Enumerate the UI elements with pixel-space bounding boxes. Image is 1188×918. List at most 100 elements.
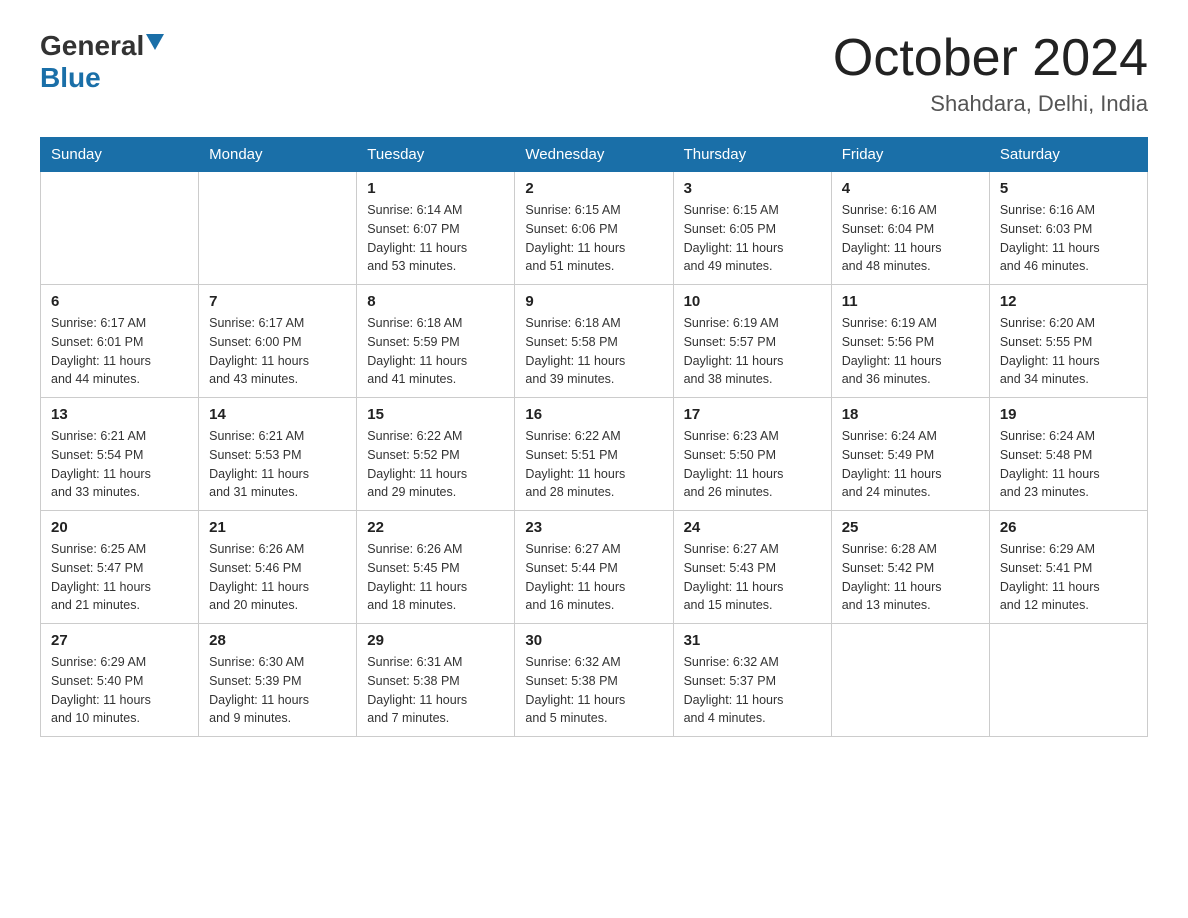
calendar-week-row: 27Sunrise: 6:29 AMSunset: 5:40 PMDayligh… <box>41 624 1148 737</box>
logo-blue-text: Blue <box>40 62 101 94</box>
calendar-week-row: 13 Sunrise: 6:21 AMSunset: 5:54 PMDayligh… <box>41 398 1148 511</box>
day-number: 6 <box>51 293 188 310</box>
calendar-cell: 20Sunrise: 6:25 AMSunset: 5:47 PMDayligh… <box>41 511 199 624</box>
logo: General Blue <box>40 30 164 94</box>
calendar-cell: 18 Sunrise: 6:24 AMSunset: 5:49 PMDayligh… <box>831 398 989 511</box>
day-number: 19 <box>1000 406 1137 423</box>
logo-general-text: General <box>40 30 144 62</box>
day-number: 14 <box>209 406 346 423</box>
day-info: Sunrise: 6:15 AMSunset: 6:05 PMDaylight:… <box>684 201 821 276</box>
day-number: 16 <box>525 406 662 423</box>
calendar-day-header: Saturday <box>989 138 1147 172</box>
day-info: Sunrise: 6:28 AMSunset: 5:42 PMDaylight:… <box>842 540 979 615</box>
day-number: 28 <box>209 632 346 649</box>
day-number: 3 <box>684 180 821 197</box>
day-number: 9 <box>525 293 662 310</box>
calendar-cell: 17Sunrise: 6:23 AMSunset: 5:50 PMDayligh… <box>673 398 831 511</box>
day-info: Sunrise: 6:16 AMSunset: 6:04 PMDaylight:… <box>842 201 979 276</box>
calendar-cell: 25 Sunrise: 6:28 AMSunset: 5:42 PMDayligh… <box>831 511 989 624</box>
calendar-cell: 24Sunrise: 6:27 AMSunset: 5:43 PMDayligh… <box>673 511 831 624</box>
calendar-cell: 22Sunrise: 6:26 AMSunset: 5:45 PMDayligh… <box>357 511 515 624</box>
calendar-header-row: SundayMondayTuesdayWednesdayThursdayFrid… <box>41 138 1148 172</box>
calendar-cell: 4 Sunrise: 6:16 AMSunset: 6:04 PMDaylight… <box>831 172 989 285</box>
day-number: 25 <box>842 519 979 536</box>
calendar-cell: 2Sunrise: 6:15 AMSunset: 6:06 PMDaylight… <box>515 172 673 285</box>
logo-triangle-icon <box>146 34 164 55</box>
day-number: 18 <box>842 406 979 423</box>
calendar-cell: 11 Sunrise: 6:19 AMSunset: 5:56 PMDayligh… <box>831 285 989 398</box>
calendar-day-header: Thursday <box>673 138 831 172</box>
calendar-cell: 1Sunrise: 6:14 AMSunset: 6:07 PMDaylight… <box>357 172 515 285</box>
calendar-cell: 27Sunrise: 6:29 AMSunset: 5:40 PMDayligh… <box>41 624 199 737</box>
day-number: 12 <box>1000 293 1137 310</box>
day-info: Sunrise: 6:21 AMSunset: 5:54 PMDaylight:… <box>51 427 188 502</box>
calendar-day-header: Tuesday <box>357 138 515 172</box>
day-number: 29 <box>367 632 504 649</box>
day-info: Sunrise: 6:26 AMSunset: 5:46 PMDaylight:… <box>209 540 346 615</box>
day-info: Sunrise: 6:15 AMSunset: 6:06 PMDaylight:… <box>525 201 662 276</box>
day-number: 22 <box>367 519 504 536</box>
calendar-cell: 8Sunrise: 6:18 AMSunset: 5:59 PMDaylight… <box>357 285 515 398</box>
day-number: 17 <box>684 406 821 423</box>
day-info: Sunrise: 6:32 AMSunset: 5:38 PMDaylight:… <box>525 653 662 728</box>
day-number: 23 <box>525 519 662 536</box>
day-info: Sunrise: 6:25 AMSunset: 5:47 PMDaylight:… <box>51 540 188 615</box>
calendar-cell: 16 Sunrise: 6:22 AMSunset: 5:51 PMDayligh… <box>515 398 673 511</box>
day-info: Sunrise: 6:22 AMSunset: 5:52 PMDaylight:… <box>367 427 504 502</box>
day-number: 1 <box>367 180 504 197</box>
calendar-cell: 10Sunrise: 6:19 AMSunset: 5:57 PMDayligh… <box>673 285 831 398</box>
day-info: Sunrise: 6:19 AMSunset: 5:56 PMDaylight:… <box>842 314 979 389</box>
day-number: 21 <box>209 519 346 536</box>
day-info: Sunrise: 6:32 AMSunset: 5:37 PMDaylight:… <box>684 653 821 728</box>
title-area: October 2024 Shahdara, Delhi, India <box>833 30 1148 117</box>
day-number: 31 <box>684 632 821 649</box>
calendar-cell: 30 Sunrise: 6:32 AMSunset: 5:38 PMDayligh… <box>515 624 673 737</box>
calendar-day-header: Monday <box>199 138 357 172</box>
day-info: Sunrise: 6:24 AMSunset: 5:49 PMDaylight:… <box>842 427 979 502</box>
day-number: 27 <box>51 632 188 649</box>
day-info: Sunrise: 6:17 AMSunset: 6:00 PMDaylight:… <box>209 314 346 389</box>
calendar-cell: 26 Sunrise: 6:29 AMSunset: 5:41 PMDayligh… <box>989 511 1147 624</box>
calendar-cell <box>989 624 1147 737</box>
day-info: Sunrise: 6:20 AMSunset: 5:55 PMDaylight:… <box>1000 314 1137 389</box>
calendar-week-row: 1Sunrise: 6:14 AMSunset: 6:07 PMDaylight… <box>41 172 1148 285</box>
page-header: General Blue October 2024 Shahdara, Delh… <box>40 30 1148 117</box>
day-info: Sunrise: 6:19 AMSunset: 5:57 PMDaylight:… <box>684 314 821 389</box>
day-info: Sunrise: 6:29 AMSunset: 5:41 PMDaylight:… <box>1000 540 1137 615</box>
calendar-week-row: 6 Sunrise: 6:17 AMSunset: 6:01 PMDaylight… <box>41 285 1148 398</box>
calendar-cell: 28Sunrise: 6:30 AMSunset: 5:39 PMDayligh… <box>199 624 357 737</box>
calendar-cell: 14Sunrise: 6:21 AMSunset: 5:53 PMDayligh… <box>199 398 357 511</box>
day-number: 7 <box>209 293 346 310</box>
day-info: Sunrise: 6:17 AMSunset: 6:01 PMDaylight:… <box>51 314 188 389</box>
day-number: 26 <box>1000 519 1137 536</box>
calendar-cell: 21 Sunrise: 6:26 AMSunset: 5:46 PMDayligh… <box>199 511 357 624</box>
day-number: 5 <box>1000 180 1137 197</box>
calendar-cell <box>41 172 199 285</box>
calendar-cell: 23 Sunrise: 6:27 AMSunset: 5:44 PMDayligh… <box>515 511 673 624</box>
calendar-cell <box>199 172 357 285</box>
day-info: Sunrise: 6:16 AMSunset: 6:03 PMDaylight:… <box>1000 201 1137 276</box>
calendar-cell: 29Sunrise: 6:31 AMSunset: 5:38 PMDayligh… <box>357 624 515 737</box>
day-number: 4 <box>842 180 979 197</box>
calendar-cell: 12 Sunrise: 6:20 AMSunset: 5:55 PMDayligh… <box>989 285 1147 398</box>
calendar-table: SundayMondayTuesdayWednesdayThursdayFrid… <box>40 137 1148 737</box>
day-number: 30 <box>525 632 662 649</box>
day-info: Sunrise: 6:22 AMSunset: 5:51 PMDaylight:… <box>525 427 662 502</box>
calendar-day-header: Sunday <box>41 138 199 172</box>
day-number: 13 <box>51 406 188 423</box>
calendar-week-row: 20Sunrise: 6:25 AMSunset: 5:47 PMDayligh… <box>41 511 1148 624</box>
day-number: 11 <box>842 293 979 310</box>
calendar-cell <box>831 624 989 737</box>
day-info: Sunrise: 6:27 AMSunset: 5:43 PMDaylight:… <box>684 540 821 615</box>
calendar-cell: 7 Sunrise: 6:17 AMSunset: 6:00 PMDaylight… <box>199 285 357 398</box>
calendar-cell: 31 Sunrise: 6:32 AMSunset: 5:37 PMDayligh… <box>673 624 831 737</box>
month-title: October 2024 <box>833 30 1148 87</box>
day-number: 15 <box>367 406 504 423</box>
calendar-cell: 19Sunrise: 6:24 AMSunset: 5:48 PMDayligh… <box>989 398 1147 511</box>
day-info: Sunrise: 6:27 AMSunset: 5:44 PMDaylight:… <box>525 540 662 615</box>
calendar-day-header: Wednesday <box>515 138 673 172</box>
calendar-cell: 3 Sunrise: 6:15 AMSunset: 6:05 PMDaylight… <box>673 172 831 285</box>
calendar-day-header: Friday <box>831 138 989 172</box>
calendar-cell: 9Sunrise: 6:18 AMSunset: 5:58 PMDaylight… <box>515 285 673 398</box>
calendar-cell: 5 Sunrise: 6:16 AMSunset: 6:03 PMDaylight… <box>989 172 1147 285</box>
